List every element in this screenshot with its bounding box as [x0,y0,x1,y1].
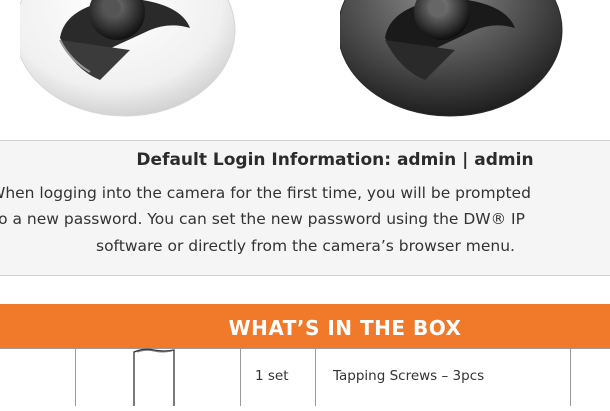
table-top-border [0,348,610,349]
table-column-divider [75,348,76,406]
table-cell-quantity: 1 set [255,368,289,384]
black-dome-camera-image [340,0,590,118]
table-column-divider [315,348,316,406]
table-cell-item: Tapping Screws – 3pcs [333,368,485,384]
table-column-divider [240,348,241,406]
login-info-line-2: to a new password. You can set the new p… [0,210,525,228]
login-info-line-1: When logging into the camera for the fir… [0,184,531,202]
manual-booklet-icon [132,346,184,411]
whats-in-the-box-title: WHAT’S IN THE BOX [228,316,462,340]
table-column-divider [570,348,571,406]
login-info-title: Default Login Information: admin | admin [136,150,534,170]
login-info-line-3: software or directly from the camera’s b… [96,237,515,255]
white-dome-camera-image [20,0,270,118]
